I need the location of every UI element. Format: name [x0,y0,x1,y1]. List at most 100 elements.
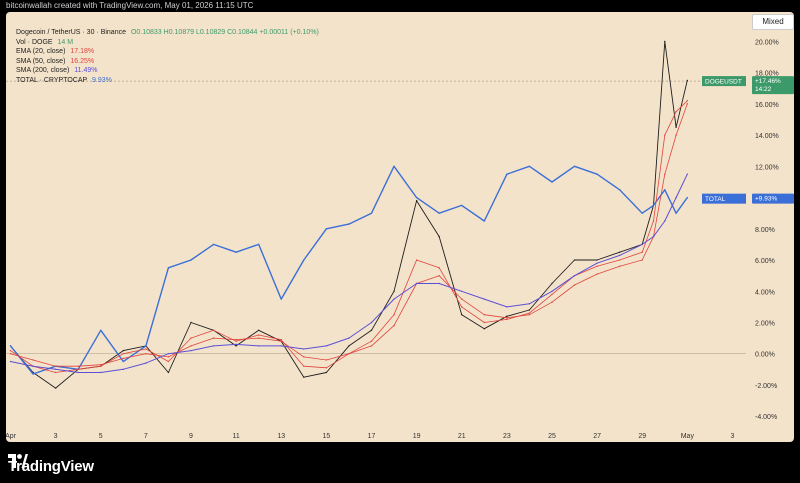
legend-ohlc: O0.10833 H0.10879 L0.10829 C0.10844 +0.0… [130,29,319,36]
doge-price-point [303,376,305,378]
sma50-point [77,365,79,367]
doge-price-badge-text: 14:22 [755,86,772,93]
total-cryptocap-point [641,212,643,214]
sma200-line [10,173,688,373]
doge-price-point [438,235,440,238]
doge-price-point [54,387,57,389]
ema20-point [528,312,531,314]
total-cryptocap-point [212,243,215,246]
sma50-point [596,273,598,275]
chart-legend: Dogecoin / TetherUS · 30 · Binance O0.10… [16,28,319,85]
ema20-point [641,251,643,253]
total-cryptocap-line [9,165,688,375]
sma200-point [348,337,350,339]
legend-vol-row[interactable]: Vol · DOGE 14 M [16,38,319,48]
sma200-point [415,282,418,285]
ema20-point [235,340,237,342]
sma200-point [190,349,192,352]
ema20-point [664,134,666,136]
tradingview-footer[interactable]: TradingView [8,454,94,478]
doge-price-point [528,309,531,311]
total-cryptocap-point [32,373,34,375]
sma50-point [551,301,553,303]
y-tick-label: -4.00% [755,414,777,421]
total-cryptocap-point [348,223,350,225]
x-tick-label: 21 [458,433,466,440]
ema20-point [370,340,373,342]
sma200-point [438,282,440,285]
sma50-point [100,363,102,366]
legend-ema-row[interactable]: EMA (20, close) 17.18% [16,47,319,57]
total-cryptocap-point [122,360,125,363]
sma50-point [212,337,215,339]
ema20-point [506,318,508,321]
total-symbol-tag-text: TOTAL [705,196,726,203]
legend-sma200-value: 11.49% [74,67,98,74]
sma200-point [77,371,79,374]
y-tick-label: 20.00% [755,39,779,46]
legend-total-row[interactable]: TOTAL · CRYPTOCAP 9.93% [16,76,319,86]
x-tick-label: 17 [368,433,376,440]
total-cryptocap-point [438,212,440,214]
doge-symbol-tag: DOGEUSDT [702,76,746,87]
sma200-point [280,345,282,347]
doge-price-point [551,282,553,285]
sma50-point [675,134,677,136]
total-value-badge-text: +9.93% [755,196,777,203]
doge-price-badge-text: +17.46% [755,78,781,85]
scale-mode-button[interactable]: Mixed [752,14,794,30]
doge-price-line [10,40,688,389]
sma50-point [370,345,373,347]
x-tick-label: 15 [322,433,330,440]
doge-price-point [257,329,260,332]
sma200-point [664,220,666,222]
x-tick-label: 3 [731,433,735,440]
sma200-point [506,306,508,308]
sma200-point [393,298,395,300]
total-cryptocap-point [528,165,531,168]
price-axis-panel[interactable]: 20.00%18.00%16.00%14.00%12.00%10.00%8.00… [752,12,794,442]
x-tick-label: 19 [413,433,421,440]
attribution-text: bitcoinwallah created with TradingView.c… [6,1,254,10]
legend-vol-value: 14 M [57,38,74,46]
ema20-point [551,293,553,296]
legend-sma200-row[interactable]: SMA (200, close) 11.49% [16,66,319,76]
total-cryptocap-point [303,259,305,261]
y-tick-label: 14.00% [755,133,779,140]
total-cryptocap-point [483,220,485,222]
doge-price-point [573,259,576,261]
legend-ema-label: EMA (20, close) [16,48,66,55]
y-tick-label: 12.00% [755,164,779,171]
total-cryptocap-point [235,251,237,253]
ema20-point [618,259,621,261]
chart-area[interactable]: Apr 3 5 7 9 11 13 15 17 19 21 23 25 27 29 May 3 DOGEUSDT T… [6,12,756,442]
legend-symbol-row[interactable]: Dogecoin / TetherUS · 30 · Binance O0.10… [16,28,319,38]
ema20-point [303,365,305,367]
x-tick-label: 3 [54,433,58,440]
x-tick-label: 29 [638,433,646,440]
y-tick-label: 8.00% [755,227,775,234]
doge-price-point [348,345,350,347]
ema20-point [257,334,260,336]
sma50-point [122,357,125,360]
ema20-line [10,100,688,373]
ema20-point [145,348,147,350]
ema20-point [280,338,282,341]
legend-sma50-label: SMA (50, close) [16,57,66,65]
total-cryptocap-point [393,165,395,168]
sma50-point [618,265,621,267]
doge-price-point [664,40,666,43]
doge-price-point [596,259,598,261]
sma200-point [483,298,485,300]
doge-price-point [675,126,677,129]
x-tick-label: May [681,433,695,440]
sma200-point [596,262,598,264]
x-tick-label: 7 [144,433,148,440]
total-cryptocap-point [652,204,655,207]
total-cryptocap-point [461,204,463,207]
legend-symbol: Dogecoin / TetherUS · 30 · Binance [16,29,126,36]
total-value-badge: +9.93% [752,193,794,204]
total-cryptocap-point [190,259,192,261]
doge-price-point [370,329,373,332]
legend-sma50-row[interactable]: SMA (50, close) 16.25% [16,57,319,67]
